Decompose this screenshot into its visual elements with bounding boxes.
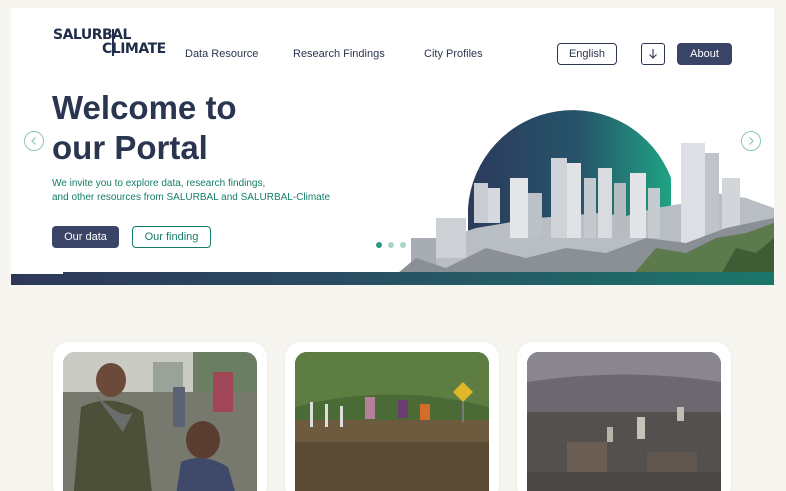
hero-banner: SALURBAL CLIMATE Data Resource Research …	[11, 8, 774, 285]
carousel-dot[interactable]	[376, 242, 382, 248]
hero-subtitle: We invite you to explore data, research …	[52, 177, 372, 205]
our-finding-button[interactable]: Our finding	[132, 226, 211, 248]
feature-card[interactable]	[285, 342, 499, 491]
hero-title-line-2: our Portal	[52, 129, 208, 166]
our-data-button[interactable]: Our data	[52, 226, 119, 248]
hero-subtitle-line-2: and other resources from SALURBAL and SA…	[52, 192, 331, 203]
feature-card[interactable]	[517, 342, 731, 491]
feature-card[interactable]	[53, 342, 267, 491]
hero-bottom-bar	[11, 272, 774, 285]
flooded-street-photo	[295, 352, 489, 491]
carousel-prev-button[interactable]	[24, 131, 44, 151]
city-skyline-illustration	[386, 110, 774, 283]
hero-title: Welcome to our Portal	[52, 88, 237, 168]
hero-subtitle-line-1: We invite you to explore data, research …	[52, 178, 266, 189]
nav-city-profiles[interactable]: City Profiles	[424, 48, 483, 60]
hero-title-line-1: Welcome to	[52, 89, 237, 126]
about-button[interactable]: About	[677, 43, 732, 65]
download-icon	[649, 49, 657, 59]
logo-divider	[112, 29, 114, 56]
nav-research-findings[interactable]: Research Findings	[293, 48, 385, 60]
aerial-city-photo	[527, 352, 721, 491]
bar-indicator	[11, 272, 63, 274]
nav-data-resource[interactable]: Data Resource	[185, 48, 258, 60]
woman-and-child-market-photo	[63, 352, 257, 491]
language-button[interactable]: English	[557, 43, 617, 65]
chevron-left-icon	[31, 137, 36, 145]
salurbal-climate-logo[interactable]: SALURBAL CLIMATE	[53, 28, 166, 56]
download-button[interactable]	[641, 43, 665, 65]
